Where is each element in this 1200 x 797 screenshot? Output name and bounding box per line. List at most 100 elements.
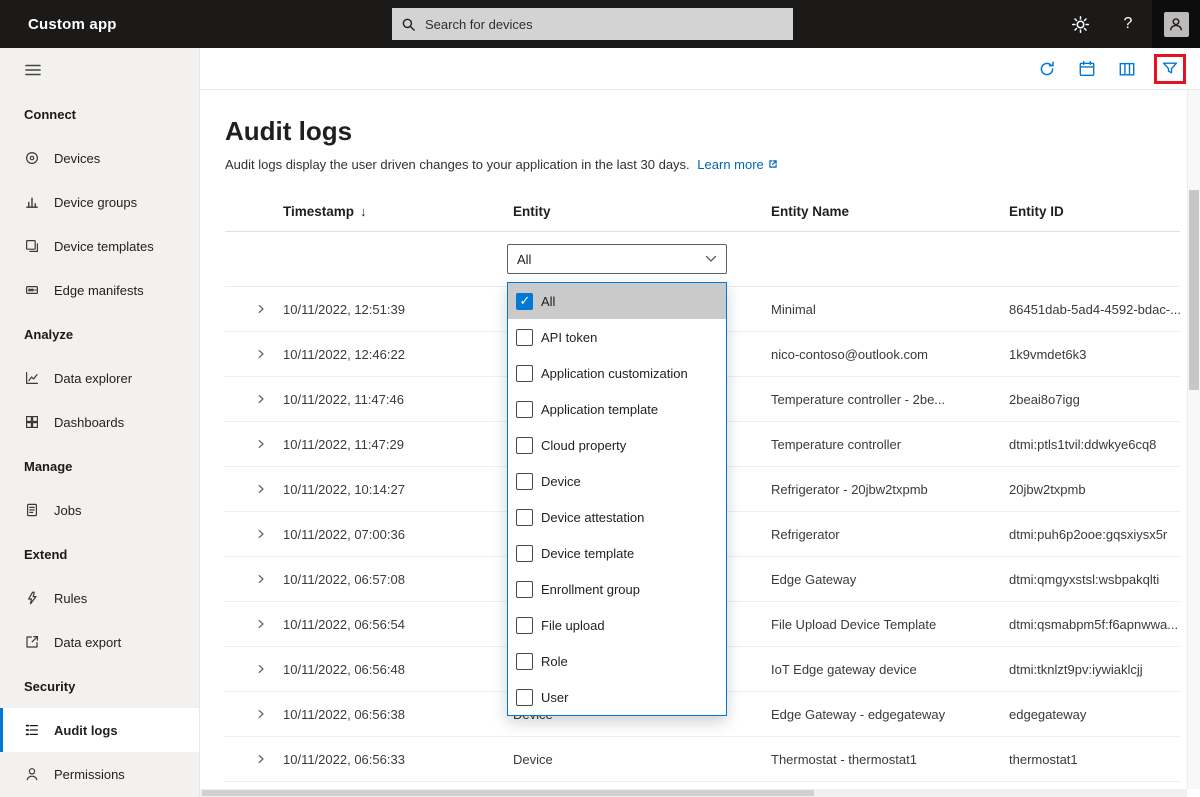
cell-timestamp: 10/11/2022, 07:00:36 (283, 526, 405, 542)
audit-log-table: Timestamp ↓ Entity Entity Name Entity ID… (225, 192, 1180, 782)
filter-option-file-upload[interactable]: File upload (508, 607, 726, 643)
filter-option-device[interactable]: Device (508, 463, 726, 499)
filter-button[interactable] (1157, 56, 1183, 82)
menu-toggle-button[interactable] (0, 48, 199, 92)
help-button[interactable]: ? (1104, 0, 1152, 48)
sidebar-item-dashboards[interactable]: Dashboards (0, 400, 199, 444)
edit-columns-button[interactable] (1114, 56, 1140, 82)
filter-option-role[interactable]: Role (508, 643, 726, 679)
sidebar-item-edge-manifests[interactable]: Edge manifests (0, 268, 199, 312)
cell-entity-id: dtmi:qsmabpm5f:f6apnwwa... (1009, 616, 1179, 632)
checkbox-icon[interactable] (516, 472, 533, 490)
checkbox-icon[interactable] (516, 292, 533, 310)
sidebar-item-device-templates[interactable]: Device templates (0, 224, 199, 268)
sidebar-item-label: Device groups (54, 194, 138, 210)
checkbox-icon[interactable] (516, 688, 533, 706)
refresh-button[interactable] (1034, 56, 1060, 82)
cell-timestamp: 10/11/2022, 11:47:46 (283, 391, 404, 407)
edit-columns-icon (1118, 60, 1136, 78)
cell-entity-name: File Upload Device Template (771, 616, 937, 632)
row-expand-icon[interactable] (255, 753, 267, 765)
checkbox-icon[interactable] (516, 328, 533, 346)
data-explorer-icon (24, 370, 40, 386)
vertical-scrollbar-thumb[interactable] (1189, 190, 1199, 390)
filter-option-device-template[interactable]: Device template (508, 535, 726, 571)
row-expand-icon[interactable] (255, 393, 267, 405)
table-header-row: Timestamp ↓ Entity Entity Name Entity ID (225, 192, 1180, 232)
filter-option-cloud-property[interactable]: Cloud property (508, 427, 726, 463)
row-expand-icon[interactable] (255, 483, 267, 495)
filter-option-application-template[interactable]: Application template (508, 391, 726, 427)
sidebar-item-rules[interactable]: Rules (0, 576, 199, 620)
sidebar-item-permissions[interactable]: Permissions (0, 752, 199, 796)
sidebar-section-manage: Manage (24, 458, 73, 474)
topbar-actions: ? (1056, 0, 1200, 48)
row-expand-icon[interactable] (255, 438, 267, 450)
learn-more-link[interactable]: Learn more (697, 157, 778, 172)
sidebar-item-devices[interactable]: Devices (0, 136, 199, 180)
row-expand-icon[interactable] (255, 663, 267, 675)
cell-entity-name: nico-contoso@outlook.com (771, 346, 928, 362)
data-export-icon (24, 634, 40, 650)
profile-button[interactable] (1152, 0, 1200, 48)
sidebar-item-jobs[interactable]: Jobs (0, 488, 199, 532)
settings-button[interactable] (1056, 0, 1104, 48)
cell-timestamp: 10/11/2022, 06:56:54 (283, 616, 405, 632)
filter-option-all[interactable]: All (508, 283, 726, 319)
devices-icon (24, 150, 40, 166)
cell-entity-id: 86451dab-5ad4-4592-bdac-... (1009, 301, 1180, 317)
checkbox-icon[interactable] (516, 508, 533, 526)
filter-option-application-customization[interactable]: Application customization (508, 355, 726, 391)
sidebar-item-label: Device templates (54, 238, 154, 254)
command-bar (200, 48, 1200, 90)
checkbox-icon[interactable] (516, 436, 533, 454)
entity-filter-select[interactable]: All (507, 244, 727, 274)
hamburger-icon (24, 61, 42, 79)
checkbox-icon[interactable] (516, 616, 533, 634)
sidebar-item-label: Rules (54, 590, 88, 606)
row-expand-icon[interactable] (255, 708, 267, 720)
filter-option-api-token[interactable]: API token (508, 319, 726, 355)
dashboards-icon (24, 414, 40, 430)
search-input[interactable] (423, 15, 784, 33)
table-filter-row: All (225, 232, 1180, 287)
chevron-down-icon (705, 255, 717, 263)
audit-log-row[interactable]: 10/11/2022, 06:56:33 Device Thermostat -… (225, 737, 1180, 782)
row-expand-icon[interactable] (255, 528, 267, 540)
filter-option-enrollment-group[interactable]: Enrollment group (508, 571, 726, 607)
filter-option-device-attestation[interactable]: Device attestation (508, 499, 726, 535)
page-body: Audit logs Audit logs display the user d… (200, 90, 1200, 782)
cell-entity-id: edgegateway (1009, 706, 1087, 722)
rules-icon (24, 590, 40, 606)
horizontal-scrollbar-thumb[interactable] (202, 790, 814, 796)
time-range-button[interactable] (1074, 56, 1100, 82)
sidebar-item-audit-logs[interactable]: Audit logs (0, 708, 199, 752)
checkbox-icon[interactable] (516, 364, 533, 382)
option-label: Device (541, 473, 581, 489)
checkbox-icon[interactable] (516, 580, 533, 598)
row-expand-icon[interactable] (255, 348, 267, 360)
checkbox-icon[interactable] (516, 652, 533, 670)
row-expand-icon[interactable] (255, 303, 267, 315)
checkbox-icon[interactable] (516, 400, 533, 418)
device-search-box[interactable] (392, 8, 793, 40)
horizontal-scrollbar[interactable] (200, 789, 1187, 797)
jobs-icon (24, 502, 40, 518)
device-groups-icon (24, 194, 40, 210)
row-expand-icon[interactable] (255, 618, 267, 630)
vertical-scrollbar[interactable] (1187, 90, 1200, 789)
checkbox-icon[interactable] (516, 544, 533, 562)
column-header-entity-name[interactable]: Entity Name (771, 204, 1009, 219)
column-header-entity[interactable]: Entity (513, 204, 771, 219)
learn-more-label: Learn more (697, 157, 764, 172)
edge-manifests-icon (24, 282, 40, 298)
sidebar-item-device-groups[interactable]: Device groups (0, 180, 199, 224)
cell-entity-name: Temperature controller (771, 436, 902, 452)
column-header-entity-id[interactable]: Entity ID (1009, 204, 1180, 219)
column-header-timestamp[interactable]: Timestamp ↓ (283, 204, 513, 219)
row-expand-icon[interactable] (255, 573, 267, 585)
sidebar-item-data-export[interactable]: Data export (0, 620, 199, 664)
filter-option-user[interactable]: User (508, 679, 726, 715)
sidebar-item-data-explorer[interactable]: Data explorer (0, 356, 199, 400)
cell-entity-id: 20jbw2txpmb (1009, 481, 1086, 497)
